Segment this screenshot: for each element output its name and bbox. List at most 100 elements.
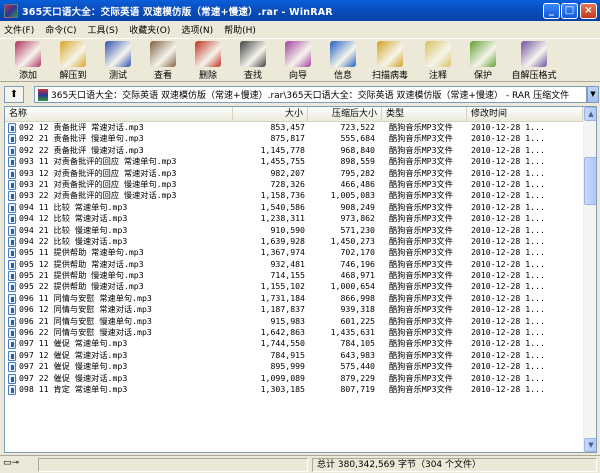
address-path: 365天口语大全：交际英语 双速模仿版（常速+慢速）.rar\365天口语大全：… — [51, 91, 570, 101]
file-packed-size: 879,229 — [340, 372, 375, 383]
file-row[interactable]: 095 11 提供帮助 常速单句.mp3 1,367,974 702,170 酷狗音乐… — [5, 247, 583, 259]
mp3-file-icon — [8, 282, 16, 293]
menu-file[interactable]: 文件(F) — [4, 23, 34, 36]
file-row[interactable]: 097 21 催促 慢速单句.mp3 895,999 575,440 酷狗音乐MP3文… — [5, 361, 583, 373]
address-dropdown-button[interactable]: ▼ — [587, 86, 599, 103]
wizard-button[interactable]: 向导 — [276, 40, 320, 82]
maximize-button[interactable]: □ — [561, 3, 578, 19]
file-type: 酷狗音乐MP3文件 — [389, 292, 453, 303]
file-modified: 2010-12-28 1... — [471, 167, 545, 178]
file-modified: 2010-12-28 1... — [471, 201, 545, 212]
menu-help[interactable]: 帮助(H) — [224, 23, 256, 36]
file-row[interactable]: 096 21 同情与安慰 慢速单句.mp3 915,983 601,225 酷狗音乐M… — [5, 316, 583, 327]
file-type: 酷狗音乐MP3文件 — [389, 190, 453, 201]
chevron-down-icon: ▼ — [590, 90, 596, 98]
protect-button[interactable]: 保护 — [461, 40, 505, 82]
scroll-down-button[interactable]: ▼ — [584, 438, 596, 452]
file-name: 095 12 提供帮助 常速对话.mp3 — [19, 258, 144, 269]
extract-folder-icon — [60, 41, 86, 67]
file-row[interactable]: 094 11 比较 常速单句.mp3 1,540,586 908,249 酷狗音乐MP… — [5, 202, 583, 213]
file-modified: 2010-12-28 1... — [471, 338, 545, 349]
file-row[interactable]: 097 22 催促 慢速对话.mp3 1,099,089 879,229 酷狗音乐MP… — [5, 373, 583, 384]
delete-button[interactable]: 删除 — [186, 40, 230, 82]
info-button[interactable]: 信息 — [321, 40, 365, 82]
virus-scan-button[interactable]: 扫描病毒 — [366, 40, 414, 82]
virus-scan-icon — [377, 41, 403, 67]
file-packed-size: 555,684 — [340, 133, 375, 144]
file-row[interactable]: 093 11 对责备批评的回应 常速单句.mp3 1,455,755 898,559… — [5, 156, 583, 168]
file-name: 096 12 同情与安慰 常速对话.mp3 — [19, 304, 152, 315]
minimize-button[interactable]: _ — [543, 3, 560, 19]
file-row[interactable]: 095 22 提供帮助 慢速对话.mp3 1,155,102 1,000,654 酷狗… — [5, 281, 583, 293]
file-row[interactable]: 096 22 同情与安慰 慢速对话.mp3 1,642,863 1,435,631 酷… — [5, 327, 583, 339]
view-glasses-icon — [150, 41, 176, 67]
mp3-file-icon — [8, 384, 16, 395]
menu-tools[interactable]: 工具(S) — [88, 23, 119, 36]
file-row[interactable]: 092 22 责备批评 慢速对话.mp3 1,145,778 968,840 酷狗音乐… — [5, 145, 583, 156]
file-modified: 2010-12-28 1... — [471, 133, 545, 144]
scrollbar-thumb[interactable] — [584, 157, 596, 205]
extract-to-button[interactable]: 解压到 — [51, 40, 95, 82]
file-row[interactable]: 098 11 肯定 常速单句.mp3 1,303,185 807,719 酷狗音乐MP… — [5, 384, 583, 395]
file-row[interactable]: 095 21 提供帮助 慢速单句.mp3 714,155 468,971 酷狗音乐MP… — [5, 270, 583, 282]
file-packed-size: 784,105 — [340, 338, 375, 349]
menu-commands[interactable]: 命令(C) — [45, 23, 76, 36]
mp3-file-icon — [8, 123, 16, 133]
scroll-up-button[interactable]: ▲ — [584, 107, 596, 121]
file-row[interactable]: 097 12 催促 常速对话.mp3 784,915 643,983 酷狗音乐MP3文… — [5, 350, 583, 361]
file-row[interactable]: 093 12 对责备批评的回应 常速对话.mp3 982,207 795,282 酷狗… — [5, 168, 583, 179]
file-row[interactable]: 094 22 比较 慢速对话.mp3 1,639,928 1,450,273 酷狗音乐… — [5, 236, 583, 247]
file-name: 092 22 责备批评 慢速对话.mp3 — [19, 144, 144, 155]
file-packed-size: 939,318 — [340, 304, 375, 315]
file-row[interactable]: 092 12 责备批评 常速对话.mp3 853,457 723,522 酷狗音乐MP… — [5, 122, 583, 133]
test-button[interactable]: 测试 — [96, 40, 140, 82]
mp3-file-icon — [8, 145, 16, 156]
file-row[interactable]: 092 21 责备批评 慢速单句.mp3 875,817 555,684 酷狗音乐MP… — [5, 133, 583, 145]
vertical-scrollbar[interactable]: ▲ ▼ — [583, 107, 596, 452]
file-packed-size: 643,983 — [340, 349, 375, 360]
file-modified: 2010-12-28 1... — [471, 247, 545, 258]
add-button[interactable]: 添加 — [6, 40, 50, 82]
column-header-modified[interactable]: 修改时间 — [467, 107, 583, 122]
mp3-file-icon — [8, 316, 16, 327]
file-size: 932,481 — [270, 258, 305, 269]
comment-button[interactable]: 注释 — [416, 40, 460, 82]
file-size: 1,367,974 — [260, 247, 305, 258]
column-header-packed[interactable]: 压缩后大小 — [308, 107, 382, 122]
file-row[interactable]: 096 11 同情与安慰 常速单句.mp3 1,731,184 866,998 酷狗音… — [5, 293, 583, 304]
file-modified: 2010-12-28 1... — [471, 281, 545, 292]
file-row[interactable]: 094 21 比较 慢速单句.mp3 910,590 571,230 酷狗音乐MP3文… — [5, 225, 583, 236]
file-type: 酷狗音乐MP3文件 — [389, 327, 453, 338]
file-row[interactable]: 094 12 比较 常速对话.mp3 1,238,311 973,862 酷狗音乐MP… — [5, 213, 583, 225]
file-type: 酷狗音乐MP3文件 — [389, 201, 453, 212]
close-button[interactable]: × — [580, 3, 597, 19]
file-row[interactable]: 093 21 对责备批评的回应 慢速单句.mp3 728,326 466,486 酷狗… — [5, 179, 583, 190]
file-modified: 2010-12-28 1... — [471, 383, 545, 394]
column-header-name[interactable]: 名称 — [5, 107, 233, 122]
file-modified: 2010-12-28 1... — [471, 190, 545, 201]
file-size: 1,187,837 — [260, 304, 305, 315]
view-button[interactable]: 查看 — [141, 40, 185, 82]
scroll-up-arrow-icon: ▲ — [588, 110, 594, 118]
status-total: 总计 380,342,569 字节（304 个文件） — [312, 458, 597, 472]
find-button[interactable]: 查找 — [231, 40, 275, 82]
comment-icon — [425, 41, 451, 67]
file-row[interactable]: 095 12 提供帮助 常速对话.mp3 932,481 746,196 酷狗音乐MP… — [5, 259, 583, 270]
column-header-type[interactable]: 类型 — [382, 107, 467, 122]
menu-options[interactable]: 选项(N) — [181, 23, 213, 36]
column-header-size[interactable]: 大小 — [233, 107, 308, 122]
sfx-button[interactable]: 自解压格式 — [506, 40, 562, 82]
mp3-file-icon — [8, 157, 16, 168]
mp3-file-icon — [8, 179, 16, 190]
file-row[interactable]: 097 11 催促 常速单句.mp3 1,744,550 784,105 酷狗音乐MP… — [5, 338, 583, 350]
file-size: 1,158,736 — [260, 190, 305, 201]
file-row[interactable]: 093 22 对责备批评的回应 慢速对话.mp3 1,158,736 1,005,0… — [5, 190, 583, 202]
up-folder-button[interactable]: ⬆ — [4, 86, 24, 103]
mp3-file-icon — [8, 134, 16, 145]
file-name: 095 11 提供帮助 常速单句.mp3 — [19, 247, 144, 258]
menu-favorites[interactable]: 收藏夹(O) — [129, 23, 170, 36]
file-packed-size: 468,971 — [340, 270, 375, 281]
file-row[interactable]: 096 12 同情与安慰 常速对话.mp3 1,187,837 939,318 酷狗音… — [5, 304, 583, 316]
address-field[interactable]: 365天口语大全：交际英语 双速模仿版（常速+慢速）.rar\365天口语大全：… — [34, 86, 587, 103]
toolbar: 添加 解压到 测试 查看 删除 查找 向导 信息 扫描病毒 注释 保护 自解压格… — [0, 38, 600, 82]
